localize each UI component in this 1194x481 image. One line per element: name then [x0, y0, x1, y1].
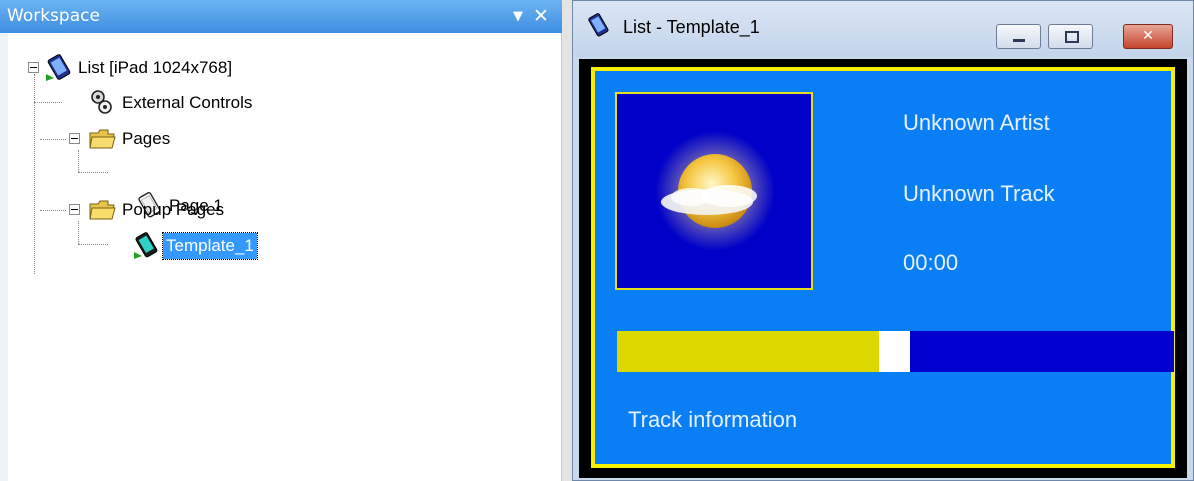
tree-line — [40, 210, 66, 211]
collapse-popup-pages-button[interactable] — [69, 204, 80, 215]
tree-item-template1[interactable]: Template_1 — [132, 231, 258, 261]
close-button[interactable] — [1123, 24, 1173, 49]
workspace-tree: List [iPad 1024x768] External Controls P… — [0, 33, 562, 481]
maximize-button[interactable] — [1048, 24, 1093, 49]
collapse-root-button[interactable] — [28, 62, 39, 73]
track-label: Unknown Track — [903, 181, 1055, 206]
tree-line — [78, 150, 79, 172]
canvas-frame: Unknown Artist Unknown Track 00:00 Track… — [579, 59, 1187, 478]
close-icon[interactable]: ✕ — [530, 0, 552, 33]
folder-icon — [89, 129, 116, 149]
track-information-label: Track information — [628, 407, 798, 432]
tree-label-pages: Pages — [122, 129, 171, 148]
popup-template-canvas: Unknown Artist Unknown Track 00:00 Track… — [591, 67, 1175, 468]
tree-line — [78, 244, 108, 245]
minimize-button[interactable] — [996, 24, 1041, 49]
tree-item-pages[interactable]: Pages — [88, 124, 173, 154]
tree-line — [34, 74, 35, 274]
collapse-pages-button[interactable] — [69, 133, 80, 144]
progress-bar[interactable] — [617, 331, 1174, 372]
tree-line — [40, 139, 66, 140]
tree-line — [78, 172, 108, 173]
tree-label-root: List [iPad 1024x768] — [78, 58, 233, 77]
workspace-panel: Workspace ▼ ✕ List [iPad 1024x768] Exter… — [0, 0, 562, 481]
popup-page-icon — [134, 232, 158, 259]
controls-icon — [91, 90, 112, 114]
dropdown-arrow-icon[interactable]: ▼ — [508, 0, 528, 33]
panel-splitter[interactable] — [562, 0, 572, 481]
time-label: 00:00 — [903, 250, 959, 275]
preview-window: List - Template_1 ✕ Unknown Artist Unkno… — [572, 0, 1194, 481]
workspace-header: Workspace ▼ ✕ — [0, 0, 562, 33]
artist-label: Unknown Artist — [903, 110, 1050, 135]
tree-label-template1: Template_1 — [162, 232, 258, 260]
progress-fill — [617, 331, 879, 372]
workspace-title: Workspace — [7, 6, 100, 26]
tree-label-popup-pages: Popup Pages — [122, 200, 225, 219]
tree-label-external-controls: External Controls — [122, 93, 253, 112]
tree-line — [78, 221, 79, 244]
tree-line — [34, 102, 62, 103]
tree-item-popup-pages[interactable]: Popup Pages — [88, 195, 227, 225]
progress-knob[interactable] — [879, 331, 910, 372]
weather-sun-cloud-icon — [655, 131, 775, 251]
window-title: List - Template_1 — [623, 17, 760, 37]
tree-item-root[interactable]: List [iPad 1024x768] — [44, 53, 235, 83]
album-art[interactable] — [615, 92, 813, 290]
folder-icon — [89, 200, 116, 220]
window-titlebar[interactable]: List - Template_1 — [573, 1, 1193, 57]
device-tablet-icon — [588, 13, 609, 37]
device-tablet-icon — [46, 54, 71, 81]
tree-item-external-controls[interactable]: External Controls — [88, 88, 255, 118]
